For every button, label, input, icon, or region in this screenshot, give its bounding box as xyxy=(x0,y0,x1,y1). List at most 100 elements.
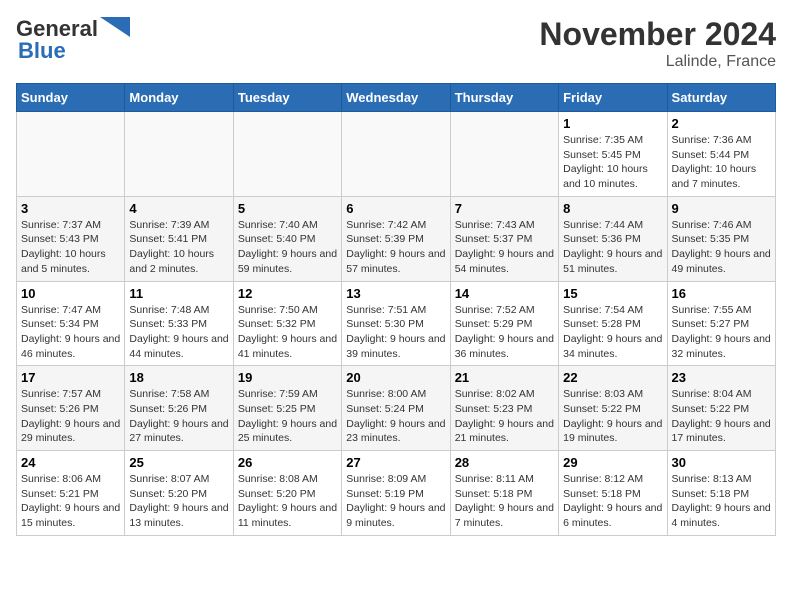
day-info: Sunrise: 7:52 AMSunset: 5:29 PMDaylight:… xyxy=(455,303,554,362)
day-number: 26 xyxy=(238,455,337,470)
day-number: 6 xyxy=(346,201,445,216)
calendar-week-row: 24 Sunrise: 8:06 AMSunset: 5:21 PMDayligh… xyxy=(17,451,776,536)
calendar-cell: 17 Sunrise: 7:57 AMSunset: 5:26 PMDayligh… xyxy=(17,366,125,451)
header-day: Thursday xyxy=(450,84,558,112)
calendar-cell: 20Sunrise: 8:00 AMSunset: 5:24 PMDayligh… xyxy=(342,366,450,451)
header-day: Sunday xyxy=(17,84,125,112)
calendar-body: 1 Sunrise: 7:35 AMSunset: 5:45 PMDaylight… xyxy=(17,112,776,536)
logo: General Blue xyxy=(16,16,130,64)
day-number: 19 xyxy=(238,370,337,385)
day-number: 18 xyxy=(129,370,228,385)
day-number: 17 xyxy=(21,370,120,385)
calendar-cell: 9 Sunrise: 7:46 AMSunset: 5:35 PMDaylight… xyxy=(667,196,775,281)
day-info: Sunrise: 8:07 AMSunset: 5:20 PMDaylight:… xyxy=(129,472,228,531)
day-info: Sunrise: 7:51 AMSunset: 5:30 PMDaylight:… xyxy=(346,303,445,362)
calendar-cell: 1 Sunrise: 7:35 AMSunset: 5:45 PMDaylight… xyxy=(559,112,667,197)
calendar-cell xyxy=(233,112,341,197)
day-number: 9 xyxy=(672,201,771,216)
day-info: Sunrise: 8:13 AMSunset: 5:18 PMDaylight:… xyxy=(672,472,771,531)
calendar-week-row: 3 Sunrise: 7:37 AMSunset: 5:43 PMDaylight… xyxy=(17,196,776,281)
header-day: Monday xyxy=(125,84,233,112)
day-info: Sunrise: 7:36 AMSunset: 5:44 PMDaylight:… xyxy=(672,133,771,192)
header-day: Tuesday xyxy=(233,84,341,112)
day-info: Sunrise: 7:39 AMSunset: 5:41 PMDaylight:… xyxy=(129,218,228,277)
calendar-cell: 12Sunrise: 7:50 AMSunset: 5:32 PMDayligh… xyxy=(233,281,341,366)
day-number: 25 xyxy=(129,455,228,470)
calendar-week-row: 10 Sunrise: 7:47 AMSunset: 5:34 PMDayligh… xyxy=(17,281,776,366)
day-info: Sunrise: 7:54 AMSunset: 5:28 PMDaylight:… xyxy=(563,303,662,362)
day-number: 28 xyxy=(455,455,554,470)
day-info: Sunrise: 7:47 AMSunset: 5:34 PMDaylight:… xyxy=(21,303,120,362)
calendar-cell: 3 Sunrise: 7:37 AMSunset: 5:43 PMDaylight… xyxy=(17,196,125,281)
day-info: Sunrise: 7:43 AMSunset: 5:37 PMDaylight:… xyxy=(455,218,554,277)
day-info: Sunrise: 8:03 AMSunset: 5:22 PMDaylight:… xyxy=(563,387,662,446)
day-info: Sunrise: 7:59 AMSunset: 5:25 PMDaylight:… xyxy=(238,387,337,446)
day-number: 5 xyxy=(238,201,337,216)
day-number: 3 xyxy=(21,201,120,216)
calendar-week-row: 1 Sunrise: 7:35 AMSunset: 5:45 PMDaylight… xyxy=(17,112,776,197)
header-day: Friday xyxy=(559,84,667,112)
calendar-header: SundayMondayTuesdayWednesdayThursdayFrid… xyxy=(17,84,776,112)
logo-icon xyxy=(100,17,130,41)
calendar-cell: 18Sunrise: 7:58 AMSunset: 5:26 PMDayligh… xyxy=(125,366,233,451)
day-info: Sunrise: 7:46 AMSunset: 5:35 PMDaylight:… xyxy=(672,218,771,277)
calendar-table: SundayMondayTuesdayWednesdayThursdayFrid… xyxy=(16,83,776,536)
calendar-cell xyxy=(125,112,233,197)
calendar-cell: 25 Sunrise: 8:07 AMSunset: 5:20 PMDayligh… xyxy=(125,451,233,536)
day-number: 30 xyxy=(672,455,771,470)
calendar-cell xyxy=(450,112,558,197)
calendar-cell: 11Sunrise: 7:48 AMSunset: 5:33 PMDayligh… xyxy=(125,281,233,366)
calendar-cell: 10 Sunrise: 7:47 AMSunset: 5:34 PMDayligh… xyxy=(17,281,125,366)
day-info: Sunrise: 7:55 AMSunset: 5:27 PMDaylight:… xyxy=(672,303,771,362)
day-number: 10 xyxy=(21,286,120,301)
logo-blue: Blue xyxy=(18,38,66,64)
calendar-cell: 30 Sunrise: 8:13 AMSunset: 5:18 PMDayligh… xyxy=(667,451,775,536)
day-info: Sunrise: 8:02 AMSunset: 5:23 PMDaylight:… xyxy=(455,387,554,446)
calendar-cell: 2 Sunrise: 7:36 AMSunset: 5:44 PMDaylight… xyxy=(667,112,775,197)
day-info: Sunrise: 7:50 AMSunset: 5:32 PMDaylight:… xyxy=(238,303,337,362)
day-number: 8 xyxy=(563,201,662,216)
day-number: 2 xyxy=(672,116,771,131)
calendar-cell: 8 Sunrise: 7:44 AMSunset: 5:36 PMDaylight… xyxy=(559,196,667,281)
calendar-cell xyxy=(342,112,450,197)
calendar-cell xyxy=(17,112,125,197)
calendar-cell: 26 Sunrise: 8:08 AMSunset: 5:20 PMDayligh… xyxy=(233,451,341,536)
calendar-cell: 7Sunrise: 7:43 AMSunset: 5:37 PMDaylight… xyxy=(450,196,558,281)
calendar-cell: 6 Sunrise: 7:42 AMSunset: 5:39 PMDaylight… xyxy=(342,196,450,281)
day-number: 21 xyxy=(455,370,554,385)
calendar-cell: 4 Sunrise: 7:39 AMSunset: 5:41 PMDaylight… xyxy=(125,196,233,281)
day-number: 4 xyxy=(129,201,228,216)
day-number: 15 xyxy=(563,286,662,301)
day-info: Sunrise: 7:37 AMSunset: 5:43 PMDaylight:… xyxy=(21,218,120,277)
calendar-cell: 27Sunrise: 8:09 AMSunset: 5:19 PMDayligh… xyxy=(342,451,450,536)
calendar-cell: 24 Sunrise: 8:06 AMSunset: 5:21 PMDayligh… xyxy=(17,451,125,536)
day-number: 24 xyxy=(21,455,120,470)
calendar-cell: 14Sunrise: 7:52 AMSunset: 5:29 PMDayligh… xyxy=(450,281,558,366)
day-number: 23 xyxy=(672,370,771,385)
day-info: Sunrise: 8:06 AMSunset: 5:21 PMDaylight:… xyxy=(21,472,120,531)
calendar-cell: 19 Sunrise: 7:59 AMSunset: 5:25 PMDayligh… xyxy=(233,366,341,451)
calendar-cell: 15 Sunrise: 7:54 AMSunset: 5:28 PMDayligh… xyxy=(559,281,667,366)
header-row: SundayMondayTuesdayWednesdayThursdayFrid… xyxy=(17,84,776,112)
day-info: Sunrise: 8:09 AMSunset: 5:19 PMDaylight:… xyxy=(346,472,445,531)
day-info: Sunrise: 8:11 AMSunset: 5:18 PMDaylight:… xyxy=(455,472,554,531)
month-title: November 2024 xyxy=(539,16,776,53)
day-info: Sunrise: 8:08 AMSunset: 5:20 PMDaylight:… xyxy=(238,472,337,531)
calendar-cell: 29Sunrise: 8:12 AMSunset: 5:18 PMDayligh… xyxy=(559,451,667,536)
day-number: 1 xyxy=(563,116,662,131)
day-info: Sunrise: 7:57 AMSunset: 5:26 PMDaylight:… xyxy=(21,387,120,446)
calendar-cell: 5Sunrise: 7:40 AMSunset: 5:40 PMDaylight… xyxy=(233,196,341,281)
calendar-week-row: 17 Sunrise: 7:57 AMSunset: 5:26 PMDayligh… xyxy=(17,366,776,451)
day-info: Sunrise: 8:12 AMSunset: 5:18 PMDaylight:… xyxy=(563,472,662,531)
header-day: Wednesday xyxy=(342,84,450,112)
day-info: Sunrise: 7:44 AMSunset: 5:36 PMDaylight:… xyxy=(563,218,662,277)
header: General Blue November 2024 Lalinde, Fran… xyxy=(16,16,776,71)
location: Lalinde, France xyxy=(539,53,776,71)
header-day: Saturday xyxy=(667,84,775,112)
calendar-cell: 16Sunrise: 7:55 AMSunset: 5:27 PMDayligh… xyxy=(667,281,775,366)
calendar-cell: 23 Sunrise: 8:04 AMSunset: 5:22 PMDayligh… xyxy=(667,366,775,451)
day-info: Sunrise: 8:04 AMSunset: 5:22 PMDaylight:… xyxy=(672,387,771,446)
day-info: Sunrise: 7:35 AMSunset: 5:45 PMDaylight:… xyxy=(563,133,662,192)
calendar-cell: 28 Sunrise: 8:11 AMSunset: 5:18 PMDayligh… xyxy=(450,451,558,536)
day-info: Sunrise: 7:42 AMSunset: 5:39 PMDaylight:… xyxy=(346,218,445,277)
